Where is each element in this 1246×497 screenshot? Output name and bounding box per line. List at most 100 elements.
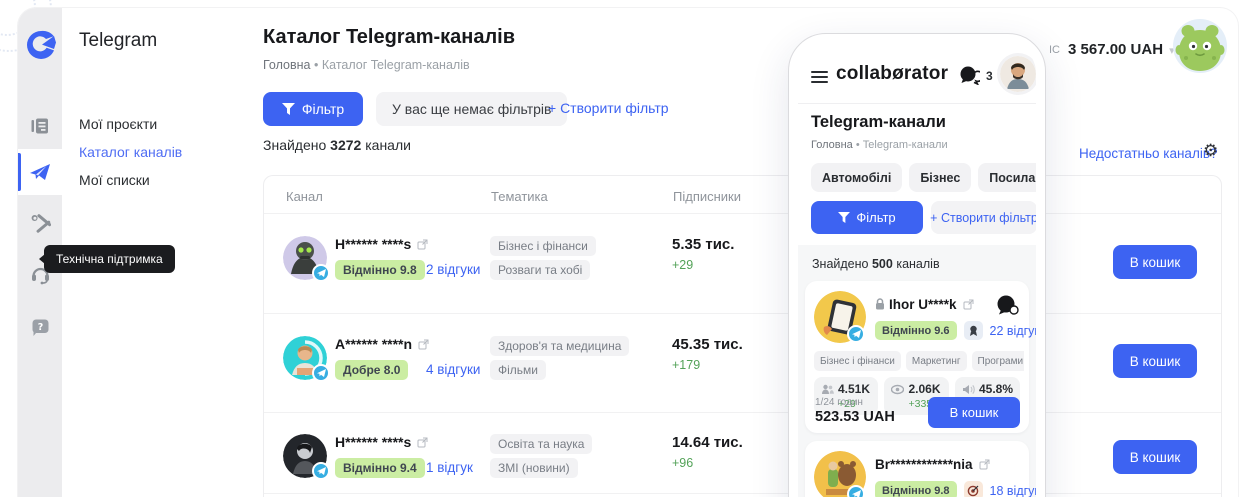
breadcrumb: Головна • Каталог Telegram-каналів	[263, 58, 470, 72]
add-to-cart-button[interactable]: В кошик	[1113, 245, 1197, 279]
external-link-icon[interactable]	[979, 458, 990, 473]
topic-pill: Бізнес і фінанси	[490, 236, 596, 256]
column-header-subscribers: Підписники	[673, 189, 741, 204]
add-to-cart-button[interactable]: В кошик	[1113, 344, 1197, 378]
phone-breadcrumb: Головна • Telegram-канали	[811, 139, 948, 151]
phone-screen: collabørator 3 Telegram-кана	[798, 43, 1036, 497]
telegram-plane-icon	[29, 162, 51, 182]
category-chip[interactable]: Автомобілі	[811, 163, 902, 192]
chat-count-badge: 3	[986, 69, 993, 83]
external-link-icon[interactable]	[417, 435, 428, 451]
projects-feed-icon	[30, 116, 50, 136]
channel-name: Br************nia	[875, 457, 990, 473]
insufficient-channels-link[interactable]: Недостатньо каналів?	[1079, 146, 1218, 161]
sidebar-item-faq-icon[interactable]: ?	[18, 304, 62, 350]
phone-breadcrumb-home[interactable]: Головна	[811, 139, 853, 151]
topic-pill: Здоров'я та медицина	[490, 336, 629, 356]
reviews-link[interactable]: 22 відгуки	[990, 324, 1036, 338]
subscribers-value: 14.64 тис.	[672, 434, 743, 451]
placement-duration: 1/24 годин	[815, 397, 863, 408]
filter-button-label: Фільтр	[302, 101, 344, 117]
column-header-channel: Канал	[286, 189, 323, 204]
channel-card[interactable]: Ihor U****k Відмінно 9.6	[805, 281, 1029, 433]
external-link-icon[interactable]	[963, 298, 974, 313]
subscribers-value: 5.35 тис.	[672, 236, 734, 253]
topic-pill: Освіта та наука	[490, 434, 592, 454]
phone-page-title: Telegram-канали	[811, 113, 946, 132]
message-icon[interactable]	[995, 295, 1019, 320]
phone-filter-button[interactable]: Фільтр	[811, 201, 923, 234]
topic-pill: Розваги та хобі	[490, 260, 590, 280]
subscribers-delta: +96	[672, 456, 693, 470]
phone-user-avatar[interactable]	[1000, 56, 1036, 92]
topic-pill: ЗМІ (новини)	[490, 458, 578, 478]
phone-results-panel: Знайдено 500 каналів	[798, 245, 1036, 497]
clipped-balance-label: ІС	[1049, 44, 1060, 56]
channel-name: H****** ****s	[335, 434, 428, 451]
svg-text:?: ?	[37, 322, 43, 333]
chat-icon[interactable]	[958, 66, 980, 90]
sidebar-item-channel-catalog[interactable]: Каталог каналів	[79, 144, 182, 160]
phone-breadcrumb-current: Telegram-канали	[863, 139, 948, 151]
rating-badge: Відмінно 9.6	[875, 321, 957, 340]
category-chip[interactable]: Посилання в США	[978, 163, 1036, 192]
channel-card[interactable]: Br************nia Відмінно 9.8 18 відгук…	[805, 441, 1029, 497]
channel-name: H****** ****s	[335, 236, 428, 253]
question-bubble-icon: ?	[31, 318, 50, 337]
subscribers-icon	[821, 384, 834, 395]
hamburger-menu-icon[interactable]	[811, 71, 828, 83]
balance-dropdown[interactable]: 3 567.00 UAH▾	[1068, 41, 1175, 58]
award-icon	[964, 321, 983, 340]
no-filters-pill: У вас ще немає фільтрів	[376, 92, 567, 126]
reviews-link[interactable]: 1 відгук	[426, 460, 473, 475]
target-icon	[964, 481, 983, 497]
category-chip[interactable]: Бізнес	[909, 163, 971, 192]
breadcrumb-home[interactable]: Головна	[263, 58, 311, 72]
sidebar-item-my-lists[interactable]: Мої списки	[79, 172, 150, 188]
reviews-link[interactable]: 2 відгуки	[426, 262, 480, 277]
add-to-cart-button[interactable]: В кошик	[928, 397, 1020, 428]
telegram-badge-icon	[312, 364, 330, 382]
rating-badge: Відмінно 9.4	[335, 458, 425, 478]
funnel-icon	[282, 103, 295, 115]
collaborator-logo-icon[interactable]	[24, 28, 58, 62]
topic-pill: Маркетинг	[906, 351, 967, 371]
telegram-badge-icon	[847, 485, 865, 497]
phone-create-filter-button[interactable]: + Створити фільтр	[931, 201, 1036, 234]
breadcrumb-separator: •	[314, 58, 318, 72]
telegram-badge-icon	[312, 462, 330, 480]
reviews-link[interactable]: 4 відгуки	[426, 362, 480, 377]
topic-pill: Програми (софт)	[972, 351, 1025, 371]
telegram-badge-icon	[312, 264, 330, 282]
phone-found-count: Знайдено 500 каналів	[812, 257, 940, 271]
telegram-badge-icon	[847, 325, 865, 343]
found-count: Знайдено 3272 канали	[263, 137, 411, 153]
channel-name: Ihor U****k	[875, 297, 974, 313]
sidebar-item-tools-icon[interactable]	[18, 200, 62, 246]
rating-badge: Добре 8.0	[335, 360, 408, 380]
gear-icon[interactable]: ⚙	[1203, 141, 1218, 161]
external-link-icon[interactable]	[418, 337, 429, 353]
user-avatar[interactable]	[1171, 17, 1229, 75]
sidebar-item-my-projects[interactable]: Мої проєкти	[79, 116, 157, 132]
reviews-link[interactable]: 18 відгуків	[990, 484, 1036, 497]
phone-mockup: collabørator 3 Telegram-кана	[788, 33, 1046, 497]
sidebar-item-telegram-catalog-icon[interactable]	[18, 149, 62, 195]
sidebar-brand: Telegram	[79, 30, 157, 52]
subscribers-delta: +29	[672, 258, 693, 272]
rating-badge: Відмінно 9.8	[875, 481, 957, 497]
subscribers-delta: +179	[672, 358, 700, 372]
filter-button[interactable]: Фільтр	[263, 92, 363, 126]
rating-badge: Відмінно 9.8	[335, 260, 425, 280]
add-to-cart-button[interactable]: В кошик	[1113, 440, 1197, 474]
found-count-value: 3272	[330, 137, 361, 153]
funnel-icon	[838, 212, 850, 223]
external-link-icon[interactable]	[417, 237, 428, 253]
channel-name: A****** ****n	[335, 336, 429, 353]
lock-icon	[875, 298, 885, 313]
collaborator-wordmark: collabørator	[836, 63, 948, 85]
price: 523.53 UAH	[815, 409, 895, 425]
create-filter-link[interactable]: + Створити фільтр	[548, 100, 669, 116]
sidebar-item-projects-icon[interactable]	[18, 103, 62, 149]
column-header-topic: Тематика	[491, 189, 548, 204]
